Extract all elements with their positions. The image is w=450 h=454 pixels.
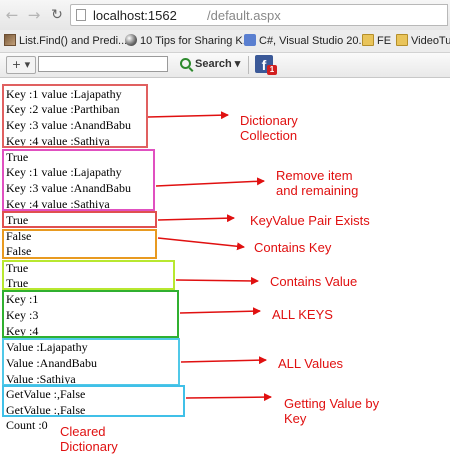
- bookmark-fe[interactable]: FE: [362, 34, 391, 48]
- highlight-box-remove: [2, 149, 155, 211]
- highlight-box-values: [2, 338, 180, 386]
- bookmark-10-tips[interactable]: 10 Tips for Sharing K...: [125, 34, 252, 48]
- url-input[interactable]: localhost:1562 /default.aspx: [70, 4, 448, 26]
- bookmark-list-find[interactable]: List.Find() and Predi...: [4, 34, 127, 48]
- search-button-label: Search ▾: [195, 58, 241, 70]
- address-toolbar: ← → ↻ localhost:1562 /default.aspx: [0, 0, 450, 31]
- annotation-getvalue: Getting Value by Key: [284, 396, 379, 426]
- bookmark-image-icon: [4, 34, 16, 46]
- highlight-box-contains-value: [2, 260, 175, 290]
- annotation-dictionary: Dictionary Collection: [240, 113, 298, 143]
- annotation-line: and remaining: [276, 183, 359, 198]
- search-icon: [180, 58, 191, 69]
- annotation-all-keys: ALL KEYS: [272, 307, 333, 322]
- reload-icon[interactable]: ↻: [49, 7, 65, 23]
- bookmark-label: VideoTuts: [411, 35, 450, 47]
- annotation-line: Key: [284, 411, 307, 426]
- highlight-box-keyvalue: [2, 211, 157, 228]
- folder-icon: [396, 34, 408, 46]
- puzzle-icon: [244, 34, 256, 46]
- arrow-dictionary: [147, 111, 229, 120]
- toolbar-search-input[interactable]: [38, 56, 168, 72]
- arrow-values: [180, 356, 267, 365]
- highlight-box-contains-key: [2, 229, 157, 259]
- output-line: Count :0: [6, 418, 48, 432]
- notification-badge: 1: [267, 65, 277, 75]
- bookmark-label: FE: [377, 35, 392, 47]
- highlight-box-keys: [2, 290, 179, 338]
- bookmark-label: 10 Tips for Sharing K...: [140, 35, 252, 47]
- bookmark-videotuts[interactable]: VideoTuts: [396, 34, 450, 48]
- back-icon[interactable]: ←: [4, 7, 20, 23]
- url-host: localhost:1562: [93, 8, 177, 23]
- annotation-line: Dictionary: [240, 113, 298, 128]
- page-icon: [76, 9, 86, 21]
- highlight-box-getvalue: [2, 385, 185, 417]
- annotation-contains-key: Contains Key: [254, 240, 332, 255]
- forward-icon[interactable]: →: [26, 7, 42, 23]
- annotation-line: Remove item: [276, 168, 353, 183]
- annotation-line: Cleared: [60, 424, 106, 439]
- bookmarks-bar: List.Find() and Predi... 10 Tips for Sha…: [0, 30, 450, 53]
- annotation-line: Getting Value by: [284, 396, 380, 411]
- annotation-keyvalue: KeyValue Pair Exists: [250, 213, 370, 228]
- arrow-contains-value: [175, 276, 259, 285]
- annotation-contains-value: Contains Value: [270, 274, 358, 289]
- toolbar-divider: [248, 56, 249, 74]
- bookmark-csharp[interactable]: C#, Visual Studio 20...: [244, 34, 368, 48]
- arrow-contains-key: [157, 237, 245, 251]
- bookmark-label: List.Find() and Predi...: [19, 35, 128, 47]
- arrow-keys: [179, 307, 261, 316]
- annotation-all-values: ALL Values: [278, 356, 344, 371]
- highlight-box-dictionary: [2, 84, 148, 148]
- arrow-remove: [155, 177, 265, 187]
- annotation-remove: Remove item and remaining: [276, 168, 358, 198]
- folder-icon: [362, 34, 374, 46]
- url-path: /default.aspx: [207, 8, 281, 23]
- annotation-line: Dictionary: [60, 439, 118, 454]
- search-toolbar: + ▾ Search ▾ f 1: [0, 53, 450, 78]
- arrow-keyvalue: [157, 214, 235, 223]
- globe-icon: [125, 34, 137, 46]
- toolbar-search-button[interactable]: Search ▾: [180, 55, 240, 73]
- toolbar-menu-button[interactable]: + ▾: [6, 56, 36, 74]
- annotation-line: Collection: [240, 128, 298, 143]
- arrow-getvalue: [185, 393, 272, 402]
- bookmark-label: C#, Visual Studio 20...: [259, 35, 368, 47]
